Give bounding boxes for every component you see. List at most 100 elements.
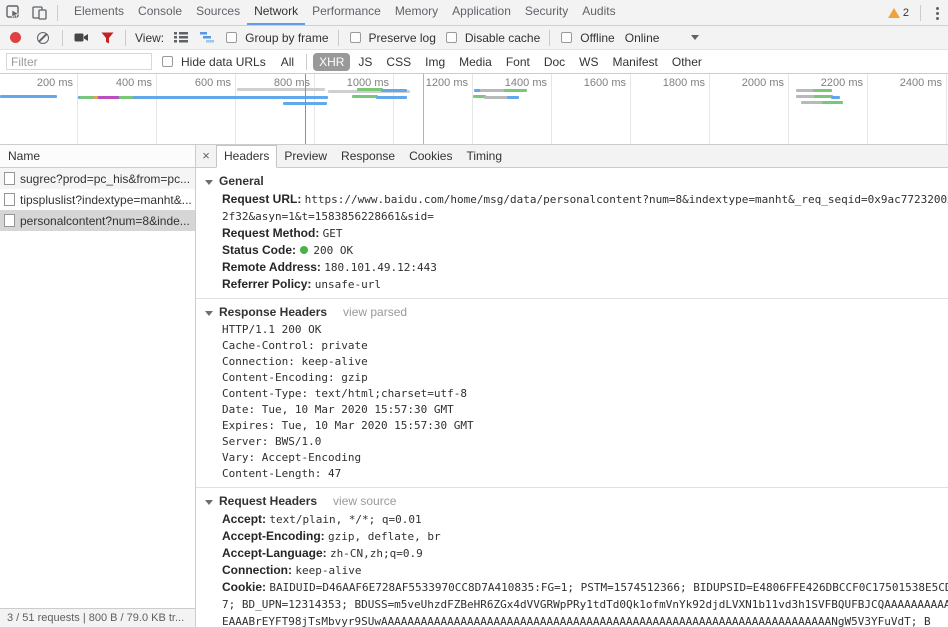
detail-tab-cookies[interactable]: Cookies (402, 145, 459, 168)
more-options-icon[interactable] (926, 0, 948, 25)
group-by-frame-label: Group by frame (245, 31, 328, 45)
tab-security[interactable]: Security (518, 0, 575, 25)
cookie-line: Cookie: BAIDUID=D46AAF6E728AF5533970CC8D… (196, 579, 948, 596)
header-value: text/plain, */*; q=0.01 (269, 513, 421, 526)
ruler-tick-label: 1200 ms (426, 77, 468, 89)
network-overview-timeline[interactable]: 200 ms400 ms600 ms800 ms1000 ms1200 ms14… (0, 74, 948, 145)
disable-cache-checkbox[interactable] (446, 32, 457, 43)
header-row: Accept-Encoding: gzip, deflate, br (196, 528, 948, 545)
waterfall-bar (119, 96, 133, 99)
request-row[interactable]: personalcontent?num=8&inde... (0, 210, 195, 231)
section-divider (196, 487, 948, 488)
record-network-log-icon[interactable] (10, 32, 21, 43)
filter-separator (306, 54, 307, 70)
detail-tab-response[interactable]: Response (334, 145, 402, 168)
filter-type-media[interactable]: Media (453, 53, 498, 71)
detail-tab-headers[interactable]: Headers (216, 145, 277, 168)
collapse-triangle-icon (205, 311, 213, 316)
tab-audits[interactable]: Audits (575, 0, 622, 25)
filter-icon[interactable] (94, 25, 120, 50)
general-rows: Request URL: https://www.baidu.com/home/… (196, 191, 948, 293)
request-row[interactable]: tipspluslist?indextype=manht&... (0, 189, 195, 210)
header-row: Accept-Language: zh-CN,zh;q=0.9 (196, 545, 948, 562)
ruler-tick-label: 2200 ms (821, 77, 863, 89)
header-value: gzip, deflate, br (328, 530, 441, 543)
close-detail-icon[interactable]: × (196, 145, 216, 167)
header-value: unsafe-url (315, 278, 381, 291)
tab-elements[interactable]: Elements (67, 0, 131, 25)
tab-console[interactable]: Console (131, 0, 189, 25)
tab-sources[interactable]: Sources (189, 0, 247, 25)
view-source-link[interactable]: view source (333, 494, 396, 508)
throttling-dropdown-arrow-icon[interactable] (691, 35, 699, 40)
device-toolbar-icon[interactable] (26, 0, 52, 25)
panel-tabs: ElementsConsoleSourcesNetworkPerformance… (67, 0, 623, 25)
filter-type-all[interactable]: All (275, 53, 300, 71)
header-value: BAIDUID=D46AAF6E728AF5533970CC8D7A410835… (269, 581, 948, 594)
throttling-select[interactable]: Online (625, 31, 660, 45)
toolbar-separator (57, 5, 58, 21)
toolbar-separator (125, 30, 126, 46)
filter-type-img[interactable]: Img (419, 53, 451, 71)
filter-type-js[interactable]: JS (352, 53, 378, 71)
header-value: 200 OK (313, 244, 353, 257)
cookie-line: 7; BD_UPN=12314353; BDUSS=m5veUhzdFZBeHR… (196, 596, 948, 613)
response-headers-section-header[interactable]: Response Headersview parsed (196, 301, 948, 322)
header-row: Connection: keep-alive (196, 562, 948, 579)
header-value: GET (323, 227, 343, 240)
column-header-name[interactable]: Name (0, 145, 195, 168)
ruler-gridline (867, 74, 868, 144)
toolbar-separator (920, 5, 921, 21)
group-by-frame-checkbox[interactable] (226, 32, 237, 43)
console-warnings-badge[interactable]: 2 (882, 7, 915, 19)
inspect-element-icon[interactable] (0, 0, 26, 25)
ruler-tick-label: 200 ms (37, 77, 73, 89)
header-row: Referrer Policy: unsafe-url (196, 276, 948, 293)
header-key: Referrer Policy: (222, 277, 315, 291)
detail-tab-timing[interactable]: Timing (459, 145, 509, 168)
hide-data-urls-checkbox[interactable] (162, 56, 173, 67)
detail-tabbar: × HeadersPreviewResponseCookiesTiming (196, 145, 948, 168)
show-overview-icon[interactable] (194, 25, 220, 50)
tab-network[interactable]: Network (247, 0, 305, 25)
header-row: Status Code: 200 OK (196, 242, 948, 259)
filter-type-manifest[interactable]: Manifest (607, 53, 664, 71)
filter-type-font[interactable]: Font (500, 53, 536, 71)
request-headers-section-header[interactable]: Request Headersview source (196, 490, 948, 511)
load-event-line (423, 74, 424, 144)
header-value: zh-CN,zh;q=0.9 (330, 547, 423, 560)
waterfall-bar (381, 89, 407, 92)
filter-input[interactable] (6, 53, 152, 70)
preserve-log-checkbox[interactable] (350, 32, 361, 43)
request-row[interactable]: sugrec?prod=pc_his&from=pc... (0, 168, 195, 189)
waterfall-bar (831, 96, 840, 99)
ruler-gridline (788, 74, 789, 144)
tab-application[interactable]: Application (445, 0, 518, 25)
header-row: 2f32&asyn=1&t=1583856228661&sid= (196, 208, 948, 225)
requests-summary: 3 / 51 requests | 800 B / 79.0 KB tr... (0, 608, 195, 627)
ruler-gridline (946, 74, 947, 144)
waterfall-bar (504, 89, 527, 92)
view-parsed-link[interactable]: view parsed (343, 305, 407, 319)
filter-type-doc[interactable]: Doc (538, 53, 571, 71)
offline-checkbox[interactable] (561, 32, 572, 43)
clear-network-log-icon[interactable] (37, 32, 49, 44)
filter-type-ws[interactable]: WS (573, 53, 604, 71)
filter-type-css[interactable]: CSS (380, 53, 417, 71)
capture-screenshots-icon[interactable] (68, 25, 94, 50)
waterfall-bar (357, 88, 383, 91)
waterfall-bar (0, 95, 57, 98)
waterfall-bar (480, 89, 507, 92)
ruler-gridline (156, 74, 157, 144)
waterfall-bar (237, 88, 325, 91)
domcontentloaded-event-line (305, 74, 306, 144)
use-large-rows-icon[interactable] (168, 25, 194, 50)
general-section-header[interactable]: General (196, 170, 948, 191)
detail-tab-preview[interactable]: Preview (277, 145, 334, 168)
tab-performance[interactable]: Performance (305, 0, 388, 25)
filter-type-xhr[interactable]: XHR (313, 53, 350, 71)
filter-type-other[interactable]: Other (666, 53, 708, 71)
tab-memory[interactable]: Memory (388, 0, 445, 25)
ruler-gridline (709, 74, 710, 144)
ruler-tick-label: 600 ms (195, 77, 231, 89)
